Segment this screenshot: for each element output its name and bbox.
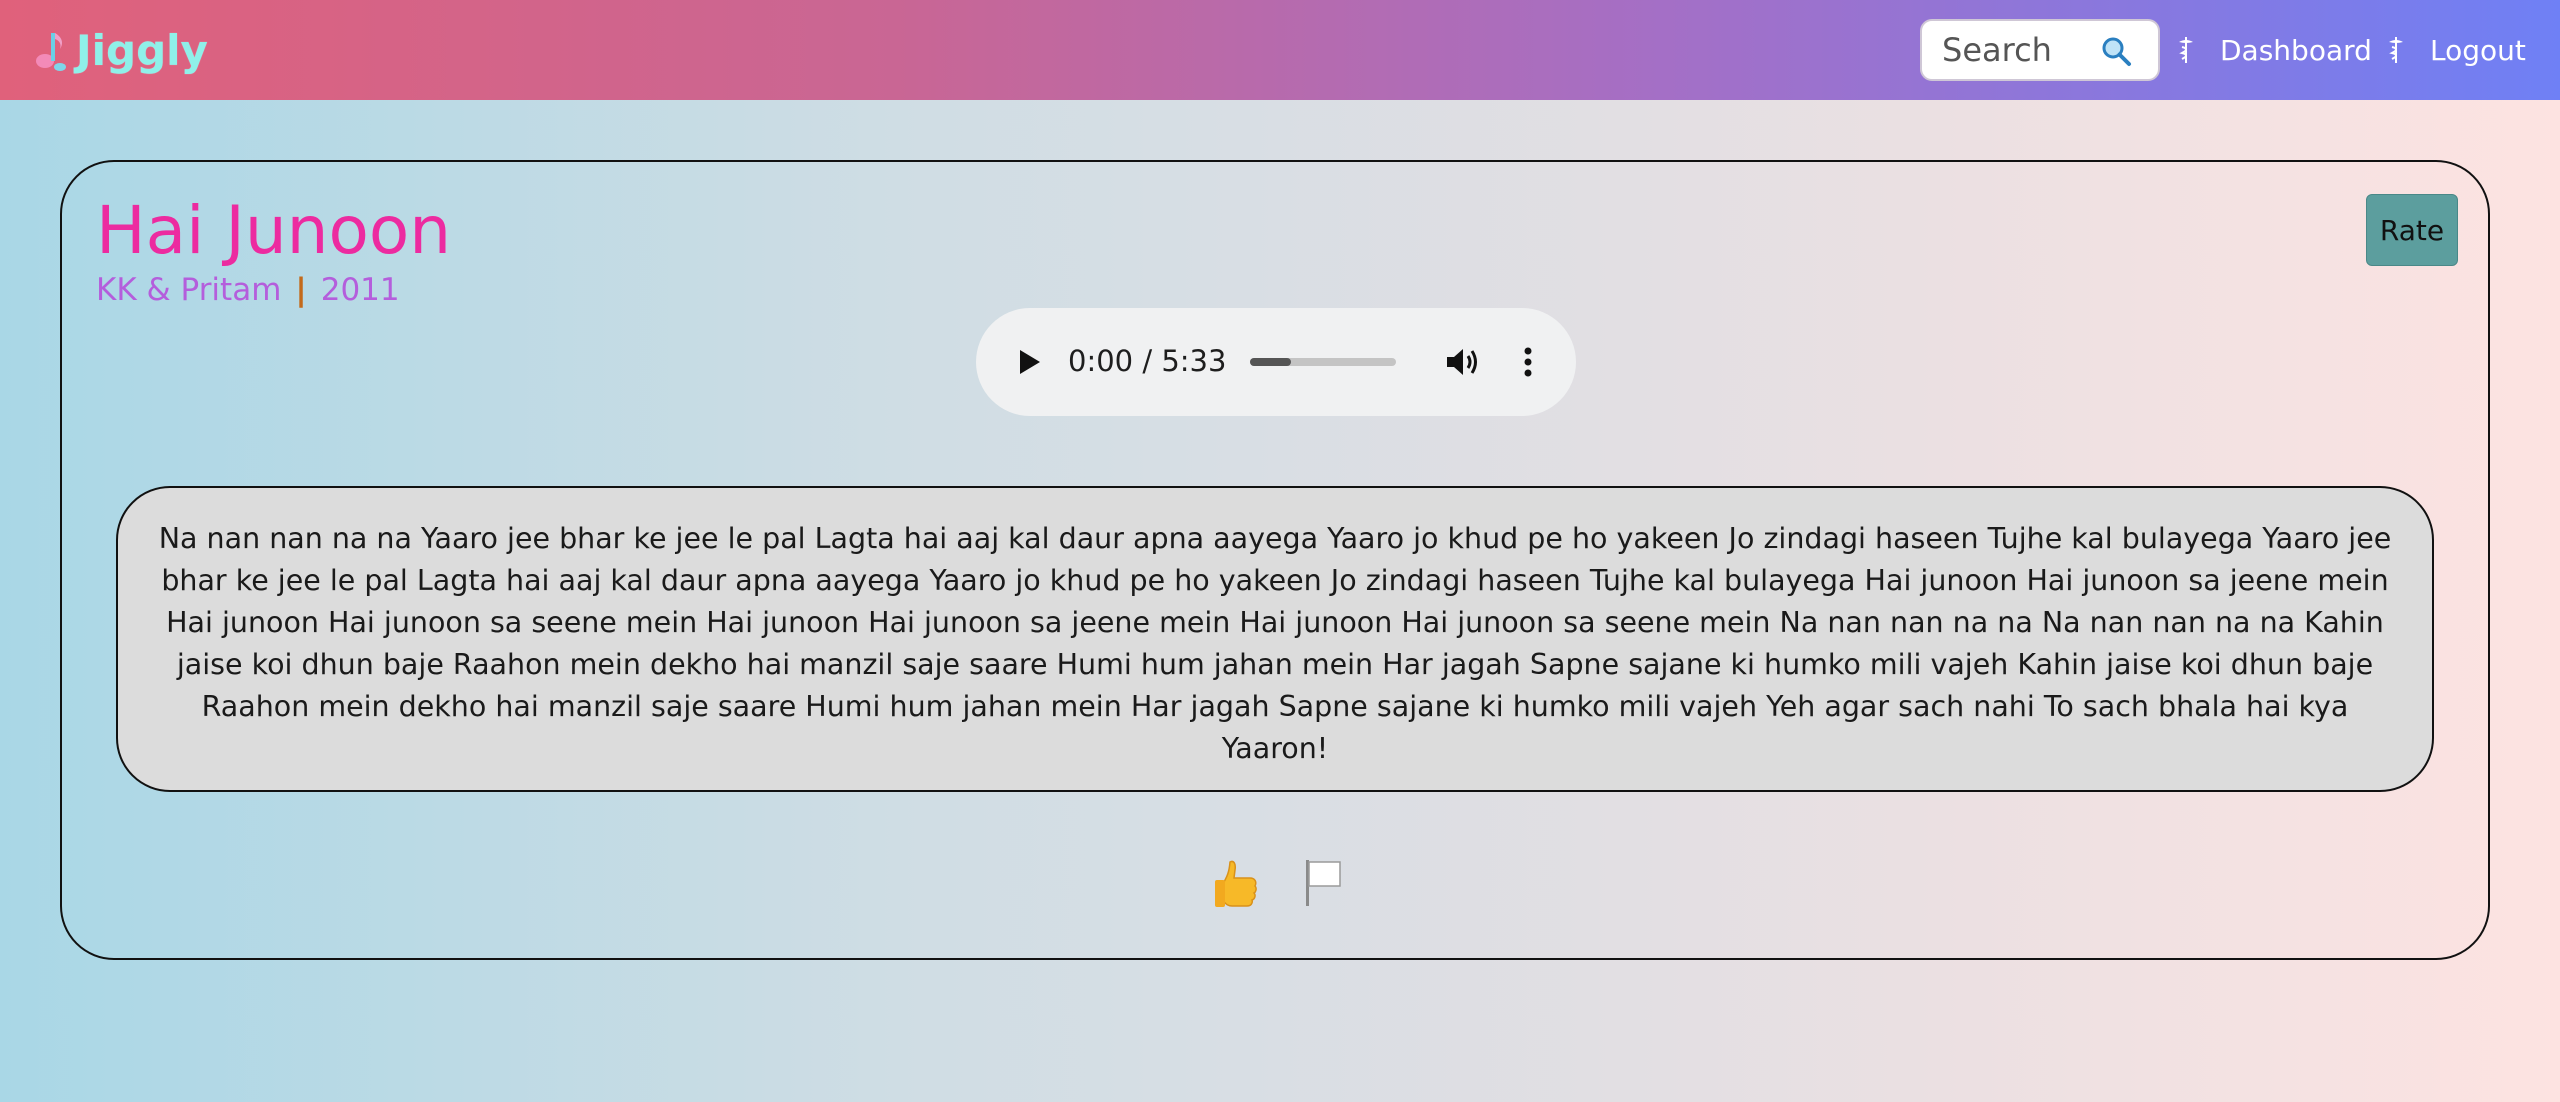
brand[interactable]: Jiggly [34, 22, 208, 78]
time-display: 0:00 / 5:33 [1068, 344, 1227, 378]
nav-dashboard-link[interactable]: Dashboard [2176, 30, 2372, 70]
thumbs-up-icon[interactable] [1212, 856, 1262, 912]
progress-slider[interactable] [1250, 358, 1396, 366]
caduceus-icon [2176, 35, 2196, 65]
nav-logout-label: Logout [2430, 33, 2526, 67]
song-card: Hai Junoon KK & Pritam | 2011 Rate 0:00 … [60, 160, 2490, 960]
rate-button[interactable]: Rate [2366, 194, 2458, 266]
volume-icon[interactable] [1442, 342, 1482, 382]
song-meta: KK & Pritam | 2011 [96, 272, 400, 308]
caduceus-icon [2386, 35, 2406, 65]
meta-separator: | [295, 272, 307, 308]
song-year: 2011 [320, 272, 400, 308]
report-flag-icon[interactable] [1300, 856, 1346, 908]
play-icon[interactable] [1014, 346, 1044, 378]
music-note-icon [34, 27, 68, 73]
lyrics-box: Na nan nan na na Yaaro jee bhar ke jee l… [116, 486, 2434, 792]
search-icon[interactable] [2100, 35, 2132, 67]
search-box [1920, 19, 2160, 81]
search-input[interactable] [1942, 31, 2092, 69]
nav-logout-link[interactable]: Logout [2386, 30, 2526, 70]
progress-buffered [1250, 358, 1291, 366]
navbar: Jiggly Dashboard Logou [0, 0, 2560, 100]
brand-name: Jiggly [76, 25, 208, 75]
audio-player: 0:00 / 5:33 [976, 308, 1576, 416]
more-options-icon[interactable] [1520, 342, 1536, 382]
lyrics-text: Na nan nan na na Yaaro jee bhar ke jee l… [158, 522, 2392, 765]
song-title: Hai Junoon [96, 192, 452, 269]
song-artist: KK & Pritam [96, 272, 282, 308]
nav-dashboard-label: Dashboard [2220, 33, 2372, 67]
